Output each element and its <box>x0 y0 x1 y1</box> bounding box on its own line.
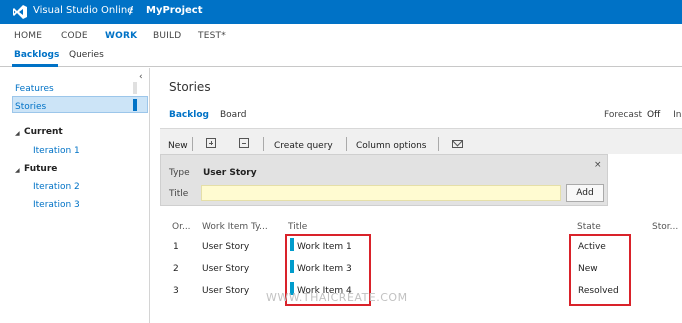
forecast-toggle[interactable]: Off <box>647 110 660 120</box>
row-type: User Story <box>202 242 250 252</box>
nav-test[interactable]: TEST* <box>198 31 226 41</box>
state-highlight-box <box>569 234 631 306</box>
expand-triangle-icon[interactable]: ◢ <box>15 167 20 174</box>
subnav-backlogs[interactable]: Backlogs <box>14 50 59 60</box>
type-label: Type <box>169 168 190 178</box>
column-header-title[interactable]: Title <box>288 222 307 232</box>
nav-work[interactable]: WORK <box>105 31 137 41</box>
visual-studio-logo-icon[interactable] <box>12 4 28 20</box>
iteration-item-3[interactable]: Iteration 3 <box>33 200 80 210</box>
project-name[interactable]: MyProject <box>146 5 203 16</box>
tab-backlog[interactable]: Backlog <box>169 110 209 120</box>
backlog-level-stories[interactable]: Stories <box>15 102 46 112</box>
new-button[interactable]: New <box>168 141 188 151</box>
main-nav: HOME CODE WORK BUILD TEST* <box>0 24 682 48</box>
row-order: 3 <box>173 286 179 296</box>
top-header-bar: Visual Studio Online / MyProject <box>0 0 682 24</box>
create-query-button[interactable]: Create query <box>274 141 333 151</box>
nav-home[interactable]: HOME <box>14 31 42 41</box>
breadcrumb-separator: / <box>129 4 134 17</box>
expand-all-icon[interactable] <box>206 138 216 148</box>
forecast-label: Forecast <box>604 110 643 120</box>
backlog-toolbar: New Create query Column options <box>160 128 682 154</box>
row-order: 2 <box>173 264 179 274</box>
column-header-order[interactable]: Or... <box>172 222 191 232</box>
sub-nav: Backlogs Queries <box>0 48 682 67</box>
backlog-level-features[interactable]: Features <box>15 84 54 94</box>
collapse-panel-icon[interactable]: ‹ <box>139 72 143 82</box>
collapse-all-icon[interactable] <box>239 138 249 148</box>
toolbar-divider <box>438 137 439 151</box>
features-level-indicator <box>133 82 137 94</box>
column-header-story-points[interactable]: Stor... <box>652 222 678 232</box>
iteration-group-current[interactable]: Current <box>24 127 63 137</box>
page-title: Stories <box>169 80 211 94</box>
stories-level-indicator <box>133 99 137 111</box>
title-input[interactable] <box>201 185 561 201</box>
brand-name[interactable]: Visual Studio Online <box>33 5 133 16</box>
iteration-group-future[interactable]: Future <box>24 164 57 174</box>
forecast-control: Forecast Off In <box>604 110 682 120</box>
left-panel: ‹ Features Stories ◢ Current Iteration 1… <box>0 68 150 323</box>
type-value: User Story <box>203 168 257 178</box>
active-subnav-indicator <box>12 64 58 67</box>
column-options-button[interactable]: Column options <box>356 141 426 151</box>
nav-code[interactable]: CODE <box>61 31 88 41</box>
watermark: WWW.THAICREATE.COM <box>266 291 408 304</box>
add-button[interactable]: Add <box>566 184 604 202</box>
title-label: Title <box>169 189 189 199</box>
toolbar-divider <box>346 137 347 151</box>
subnav-queries[interactable]: Queries <box>69 50 104 60</box>
forecast-in-label: In <box>673 110 682 120</box>
toolbar-divider <box>192 137 193 151</box>
column-header-state[interactable]: State <box>577 222 601 232</box>
row-order: 1 <box>173 242 179 252</box>
email-icon[interactable] <box>452 140 463 148</box>
row-type: User Story <box>202 264 250 274</box>
row-type: User Story <box>202 286 250 296</box>
expand-triangle-icon[interactable]: ◢ <box>15 130 20 137</box>
add-work-item-panel: × Type User Story Title Add <box>160 154 608 206</box>
nav-build[interactable]: BUILD <box>153 31 181 41</box>
column-header-work-item-type[interactable]: Work Item Ty... <box>202 222 268 232</box>
close-icon[interactable]: × <box>594 160 602 170</box>
tab-board[interactable]: Board <box>220 110 246 120</box>
toolbar-divider <box>263 137 264 151</box>
iteration-item-2[interactable]: Iteration 2 <box>33 182 80 192</box>
iteration-item-1[interactable]: Iteration 1 <box>33 146 80 156</box>
